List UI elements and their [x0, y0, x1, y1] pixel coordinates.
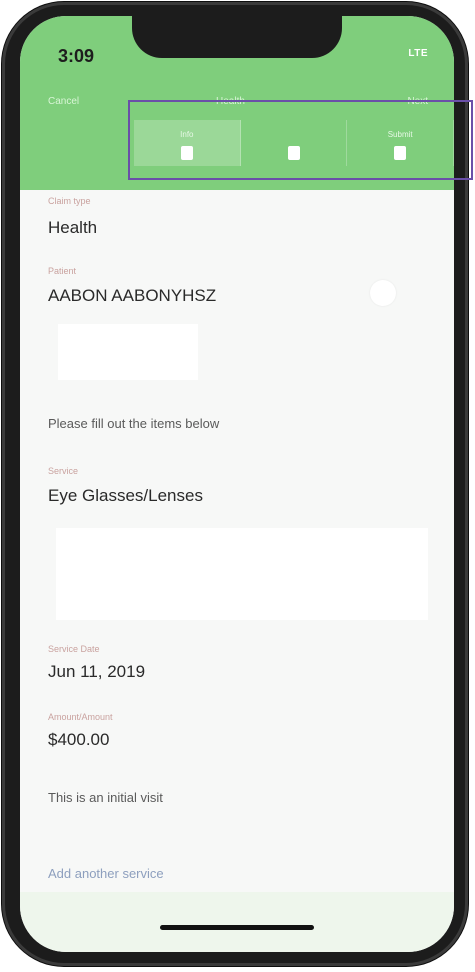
status-time: 3:09	[58, 46, 95, 66]
amount-field[interactable]: $400.00	[48, 730, 109, 750]
amount-label: Amount/Amount	[48, 712, 113, 722]
visit-note: This is an initial visit	[48, 790, 163, 805]
claim-type-label: Claim type	[48, 196, 91, 206]
service-date-field[interactable]: Jun 11, 2019	[48, 662, 145, 682]
service-date-label: Service Date	[48, 644, 100, 654]
service-label: Service	[48, 466, 79, 476]
bottom-bar	[20, 892, 454, 952]
status-network: LTE	[408, 48, 428, 59]
instructions-text: Please fill out the items below	[48, 416, 220, 431]
home-indicator[interactable]	[160, 925, 314, 930]
highlight-box	[128, 100, 473, 180]
service-details-box	[56, 528, 428, 620]
device-notch	[132, 16, 342, 58]
blank-panel	[58, 324, 198, 380]
service-field[interactable]: Eye Glasses/Lenses	[48, 486, 203, 506]
cancel-button[interactable]: Cancel	[48, 96, 79, 107]
claim-type-field[interactable]: Health	[48, 218, 97, 238]
patient-field[interactable]: AABON AABONYHSZ	[48, 286, 216, 306]
add-service-link[interactable]: Add another service	[48, 866, 164, 881]
patient-label: Patient	[48, 266, 77, 276]
info-icon[interactable]	[370, 280, 396, 306]
